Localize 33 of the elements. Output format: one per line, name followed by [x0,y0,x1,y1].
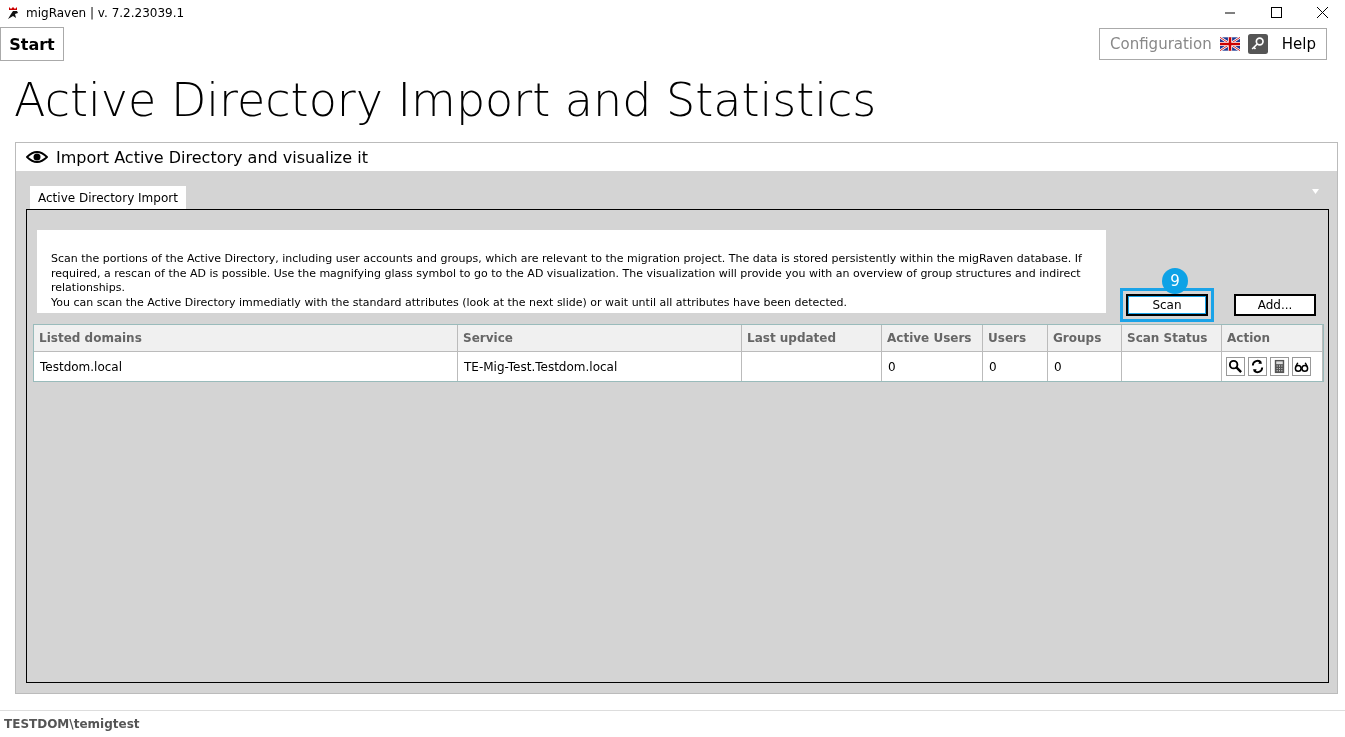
description-text: Scan the portions of the Active Directory, including user accounts and groups, which are relevant to the migration project. The data is stored persistently within the migRaven database. If required, a rescan of the AD is possible. Use the magnifying glass symbol to go to the AD visualization. The visualization will provide you with an overview of group structures and indirect relationships. You can scan the Active Directory immediatly with the standard attributes (look at the next slide) or wait until all attributes have been detected. [37,230,1106,313]
table-cell: TE-Mig-Test.Testdom.local [458,352,742,381]
glasses-icon[interactable] [1292,357,1311,376]
window-title: migRaven | v. 7.2.23039.1 [26,6,185,20]
step-badge: 9 [1162,268,1188,294]
table-cell: 0 [882,352,983,381]
refresh-icon[interactable] [1248,357,1267,376]
column-header[interactable]: Users [983,325,1048,352]
tab[interactable]: Active Directory Import [30,186,186,209]
add-button[interactable]: Add... [1234,294,1316,316]
uk-flag-icon[interactable] [1219,36,1240,52]
column-header[interactable]: Active Users [882,325,983,352]
raven-logo-icon [6,6,20,20]
page-heading: Active Directory Import and Statistics [14,72,878,129]
scan-button[interactable]: Scan [1126,294,1208,316]
column-header[interactable]: Last updated [742,325,882,352]
calculator-icon[interactable] [1270,357,1289,376]
table-cell: 0 [1048,352,1122,381]
magnifier-icon[interactable] [1226,357,1245,376]
column-header[interactable]: Scan Status [1122,325,1222,352]
eye-icon [26,150,48,164]
configuration-link[interactable]: Configuration [1110,35,1212,53]
key-icon[interactable] [1247,32,1268,56]
table-cell: Testdom.local [34,352,458,381]
start-button[interactable]: Start [0,27,64,61]
table-cell: 0 [983,352,1048,381]
column-header[interactable]: Service [458,325,742,352]
column-header[interactable]: Listed domains [34,325,458,352]
help-button[interactable]: Help [1275,35,1316,53]
column-header[interactable]: Action [1222,325,1323,352]
column-header[interactable]: Groups [1048,325,1122,352]
status-bar: TESTDOM\temigtest [0,710,1345,737]
panel-title: Import Active Directory and visualize it [56,147,368,167]
